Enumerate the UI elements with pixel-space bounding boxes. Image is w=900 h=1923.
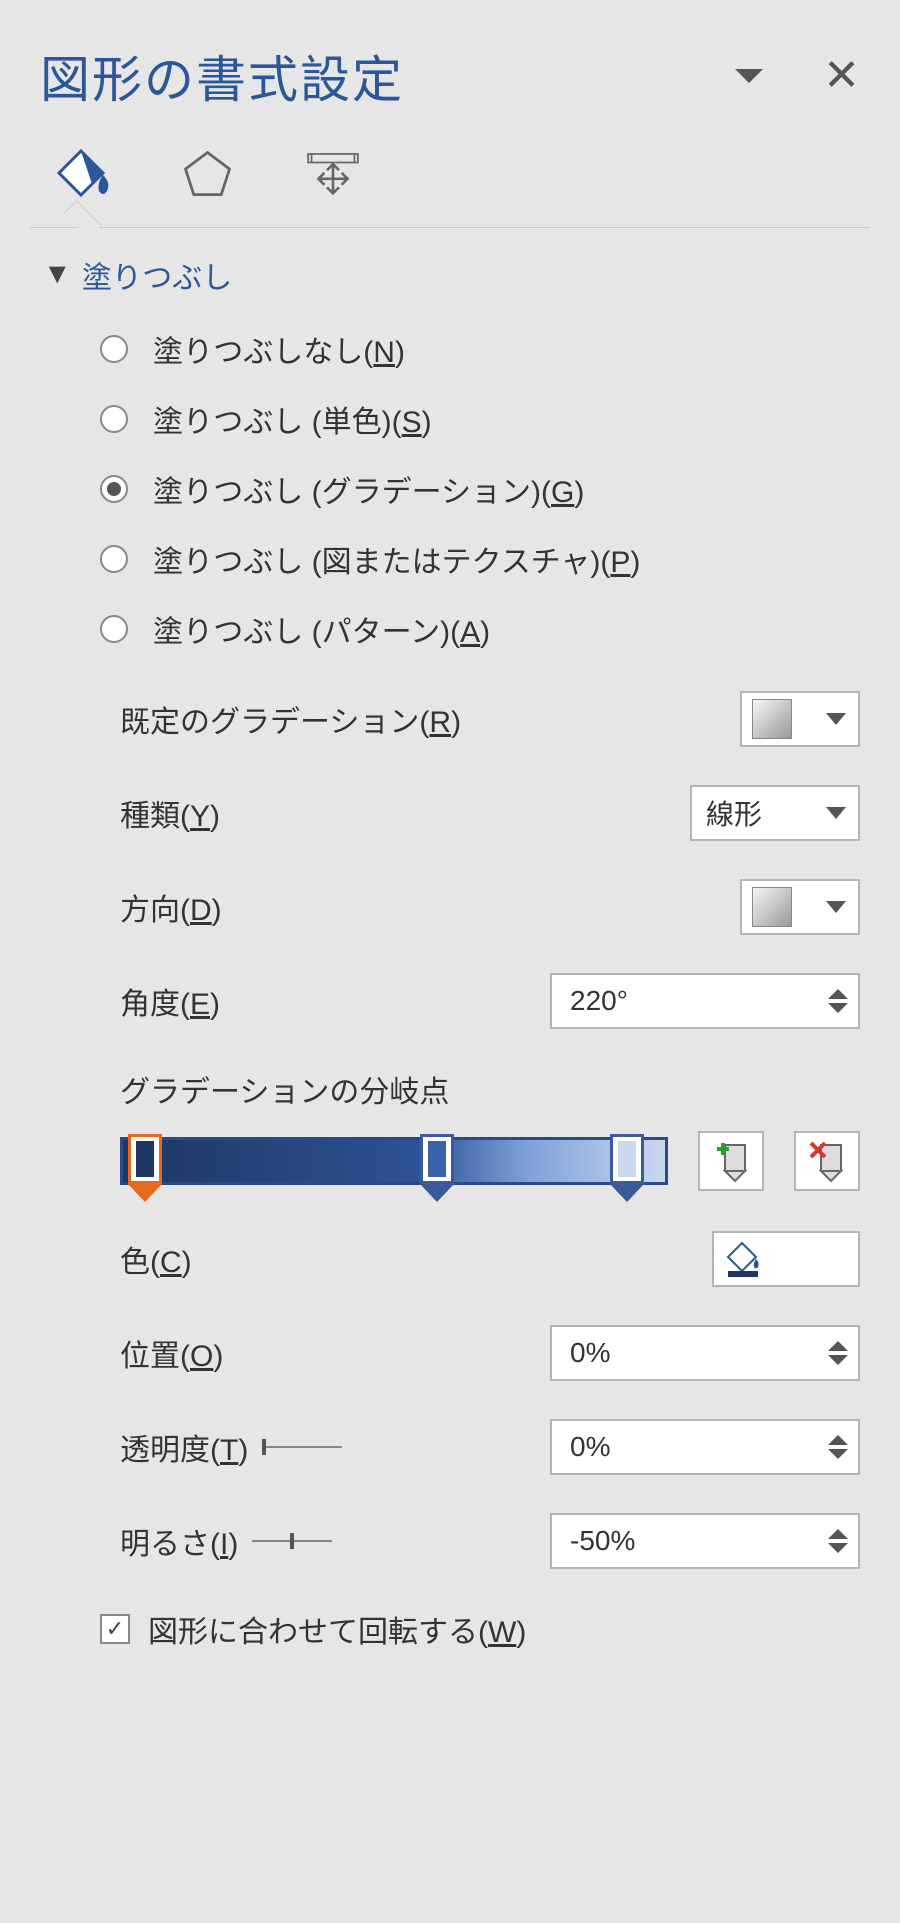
section-fill-title: 塗りつぶし — [82, 253, 232, 297]
preset-gradient-dropdown[interactable] — [740, 691, 860, 747]
chevron-down-icon — [826, 807, 846, 819]
type-label: 種類(Y) — [120, 791, 220, 835]
remove-stop-button[interactable] — [794, 1131, 860, 1191]
spin-up-icon[interactable] — [828, 1529, 848, 1539]
chevron-down-icon — [826, 901, 846, 913]
angle-spinner[interactable]: 220° — [550, 973, 860, 1029]
brightness-spinner[interactable]: -50% — [550, 1513, 860, 1569]
radio-icon — [100, 545, 128, 573]
brightness-slider[interactable] — [252, 1540, 332, 1542]
direction-dropdown[interactable] — [740, 879, 860, 935]
gradient-swatch-icon — [752, 699, 792, 739]
radio-icon — [100, 475, 128, 503]
radio-label: 塗りつぶし (単色)(S) — [153, 397, 432, 441]
color-dropdown[interactable] — [712, 1231, 860, 1287]
color-label: 色(C) — [120, 1237, 192, 1281]
radio-label: 塗りつぶし (図またはテクスチャ)(P) — [153, 537, 640, 581]
rotate-label: 図形に合わせて回転する(W) — [148, 1607, 526, 1651]
type-value: 線形 — [692, 793, 776, 833]
brightness-label: 明るさ(I) — [120, 1519, 238, 1563]
remove-stop-icon — [807, 1139, 847, 1183]
rotate-with-shape-checkbox[interactable]: ✓ 図形に合わせて回転する(W) — [40, 1607, 860, 1651]
collapse-triangle-icon: ▶ — [45, 267, 71, 284]
panel-options-dropdown[interactable] — [735, 69, 763, 83]
gradient-stop[interactable] — [128, 1134, 162, 1204]
section-fill-toggle[interactable]: ▶ 塗りつぶし — [40, 253, 860, 297]
panel-title: 図形の書式設定 — [40, 40, 404, 112]
radio-label: 塗りつぶし (グラデーション)(G) — [153, 467, 584, 511]
radio-fill-picture[interactable]: 塗りつぶし (図またはテクスチャ)(P) — [100, 537, 860, 581]
gradient-swatch-icon — [752, 887, 792, 927]
preset-gradient-label: 既定のグラデーション(R) — [120, 697, 461, 741]
radio-fill-gradient[interactable]: 塗りつぶし (グラデーション)(G) — [100, 467, 860, 511]
radio-icon — [100, 405, 128, 433]
direction-label: 方向(D) — [120, 885, 222, 929]
transparency-spinner[interactable]: 0% — [550, 1419, 860, 1475]
radio-fill-none[interactable]: 塗りつぶしなし(N) — [100, 327, 860, 371]
angle-label: 角度(E) — [120, 979, 220, 1023]
radio-label: 塗りつぶし (パターン)(A) — [153, 607, 490, 651]
position-spinner[interactable]: 0% — [550, 1325, 860, 1381]
radio-fill-pattern[interactable]: 塗りつぶし (パターン)(A) — [100, 607, 860, 651]
transparency-value: 0% — [552, 1431, 828, 1463]
pentagon-icon — [180, 147, 235, 202]
spin-up-icon[interactable] — [828, 1341, 848, 1351]
radio-icon — [100, 615, 128, 643]
add-stop-icon — [711, 1139, 751, 1183]
add-stop-button[interactable] — [698, 1131, 764, 1191]
transparency-label: 透明度(T) — [120, 1425, 248, 1469]
tab-size[interactable] — [300, 142, 365, 207]
checkbox-icon: ✓ — [100, 1614, 130, 1644]
tab-fill-line[interactable] — [50, 142, 115, 207]
spin-up-icon[interactable] — [828, 1435, 848, 1445]
spin-down-icon[interactable] — [828, 1003, 848, 1013]
size-icon — [303, 147, 363, 202]
spin-down-icon[interactable] — [828, 1449, 848, 1459]
fill-color-icon — [726, 1241, 762, 1277]
type-dropdown[interactable]: 線形 — [690, 785, 860, 841]
chevron-down-icon — [826, 713, 846, 725]
gradient-stop[interactable] — [420, 1134, 454, 1204]
radio-fill-solid[interactable]: 塗りつぶし (単色)(S) — [100, 397, 860, 441]
spin-up-icon[interactable] — [828, 989, 848, 999]
spin-down-icon[interactable] — [828, 1355, 848, 1365]
radio-label: 塗りつぶしなし(N) — [153, 327, 405, 371]
position-value: 0% — [552, 1337, 828, 1369]
radio-icon — [100, 335, 128, 363]
gradient-stop[interactable] — [610, 1134, 644, 1204]
gradient-stops-label: グラデーションの分岐点 — [120, 1067, 860, 1111]
position-label: 位置(O) — [120, 1331, 223, 1375]
brightness-value: -50% — [552, 1525, 828, 1557]
category-tabs — [30, 142, 870, 228]
spin-down-icon[interactable] — [828, 1543, 848, 1553]
close-button[interactable]: ✕ — [823, 54, 860, 98]
paint-bucket-icon — [53, 145, 113, 205]
tab-effects[interactable] — [175, 142, 240, 207]
transparency-slider[interactable] — [262, 1446, 342, 1448]
gradient-stops-slider[interactable] — [120, 1137, 668, 1185]
angle-value: 220° — [552, 985, 828, 1017]
